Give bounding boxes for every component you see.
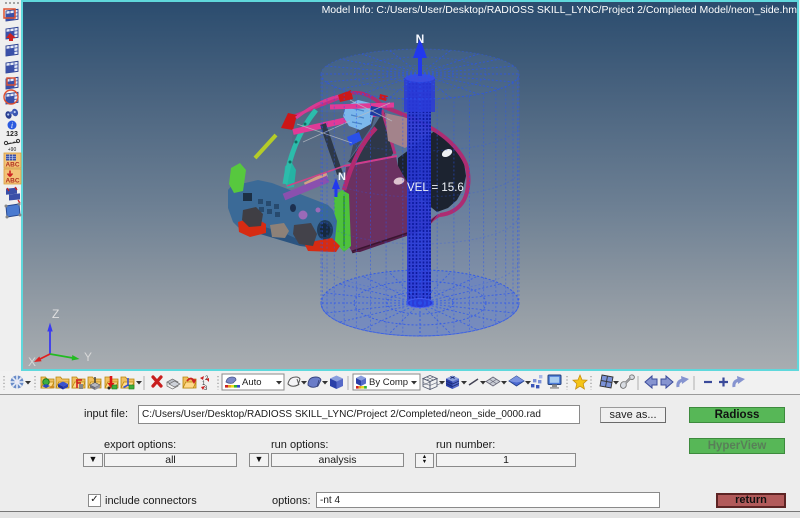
svg-text:ABC: ABC — [5, 162, 19, 169]
svg-text:Z: Z — [52, 307, 59, 321]
svg-text:X: X — [28, 355, 36, 369]
svg-text:ABC: ABC — [5, 178, 19, 185]
svg-text:i: i — [11, 121, 13, 130]
svg-text:Model Info: C:/Users/User/Desk: Model Info: C:/Users/User/Desktop/RADIOS… — [322, 4, 798, 16]
svg-text:3: 3 — [204, 386, 208, 392]
svg-text:Auto: Auto — [242, 377, 262, 388]
svg-text:N: N — [338, 171, 346, 183]
svg-text:123: 123 — [6, 131, 18, 138]
svg-text:VEL = 15.6: VEL = 15.6 — [407, 182, 464, 194]
svg-text:Y: Y — [84, 350, 92, 364]
svg-text:N: N — [416, 32, 425, 46]
svg-text:By Comp: By Comp — [369, 377, 408, 388]
svg-text:+90: +90 — [8, 147, 17, 153]
